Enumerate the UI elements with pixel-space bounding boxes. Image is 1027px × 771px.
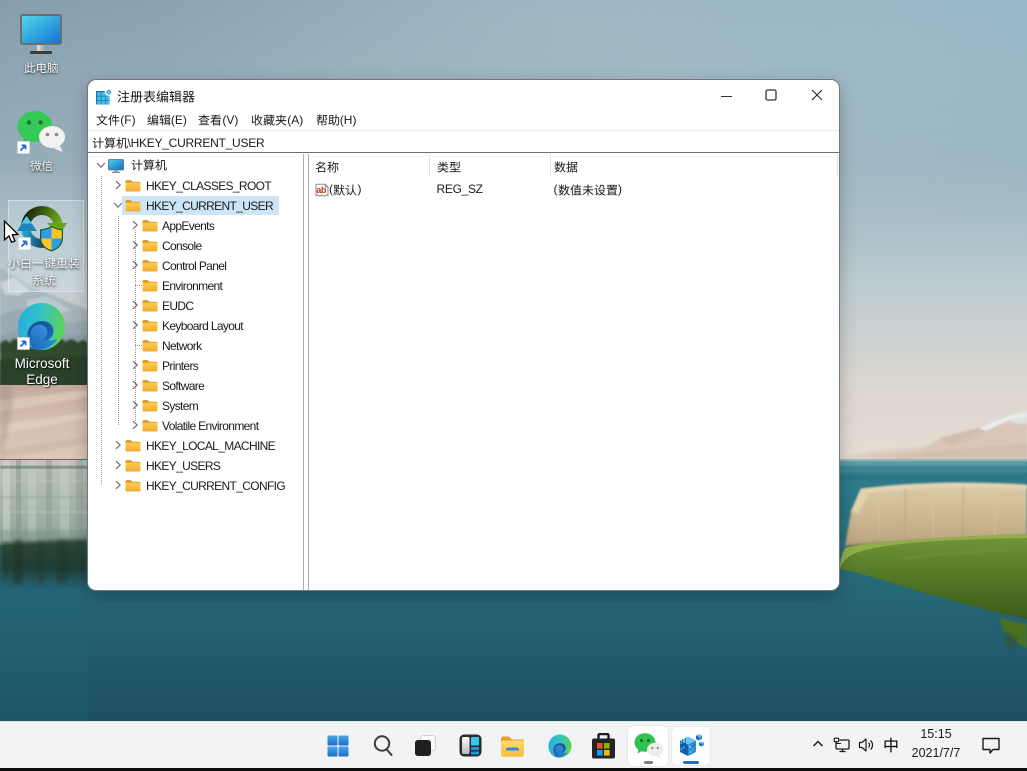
svg-text:ab: ab	[316, 185, 327, 195]
